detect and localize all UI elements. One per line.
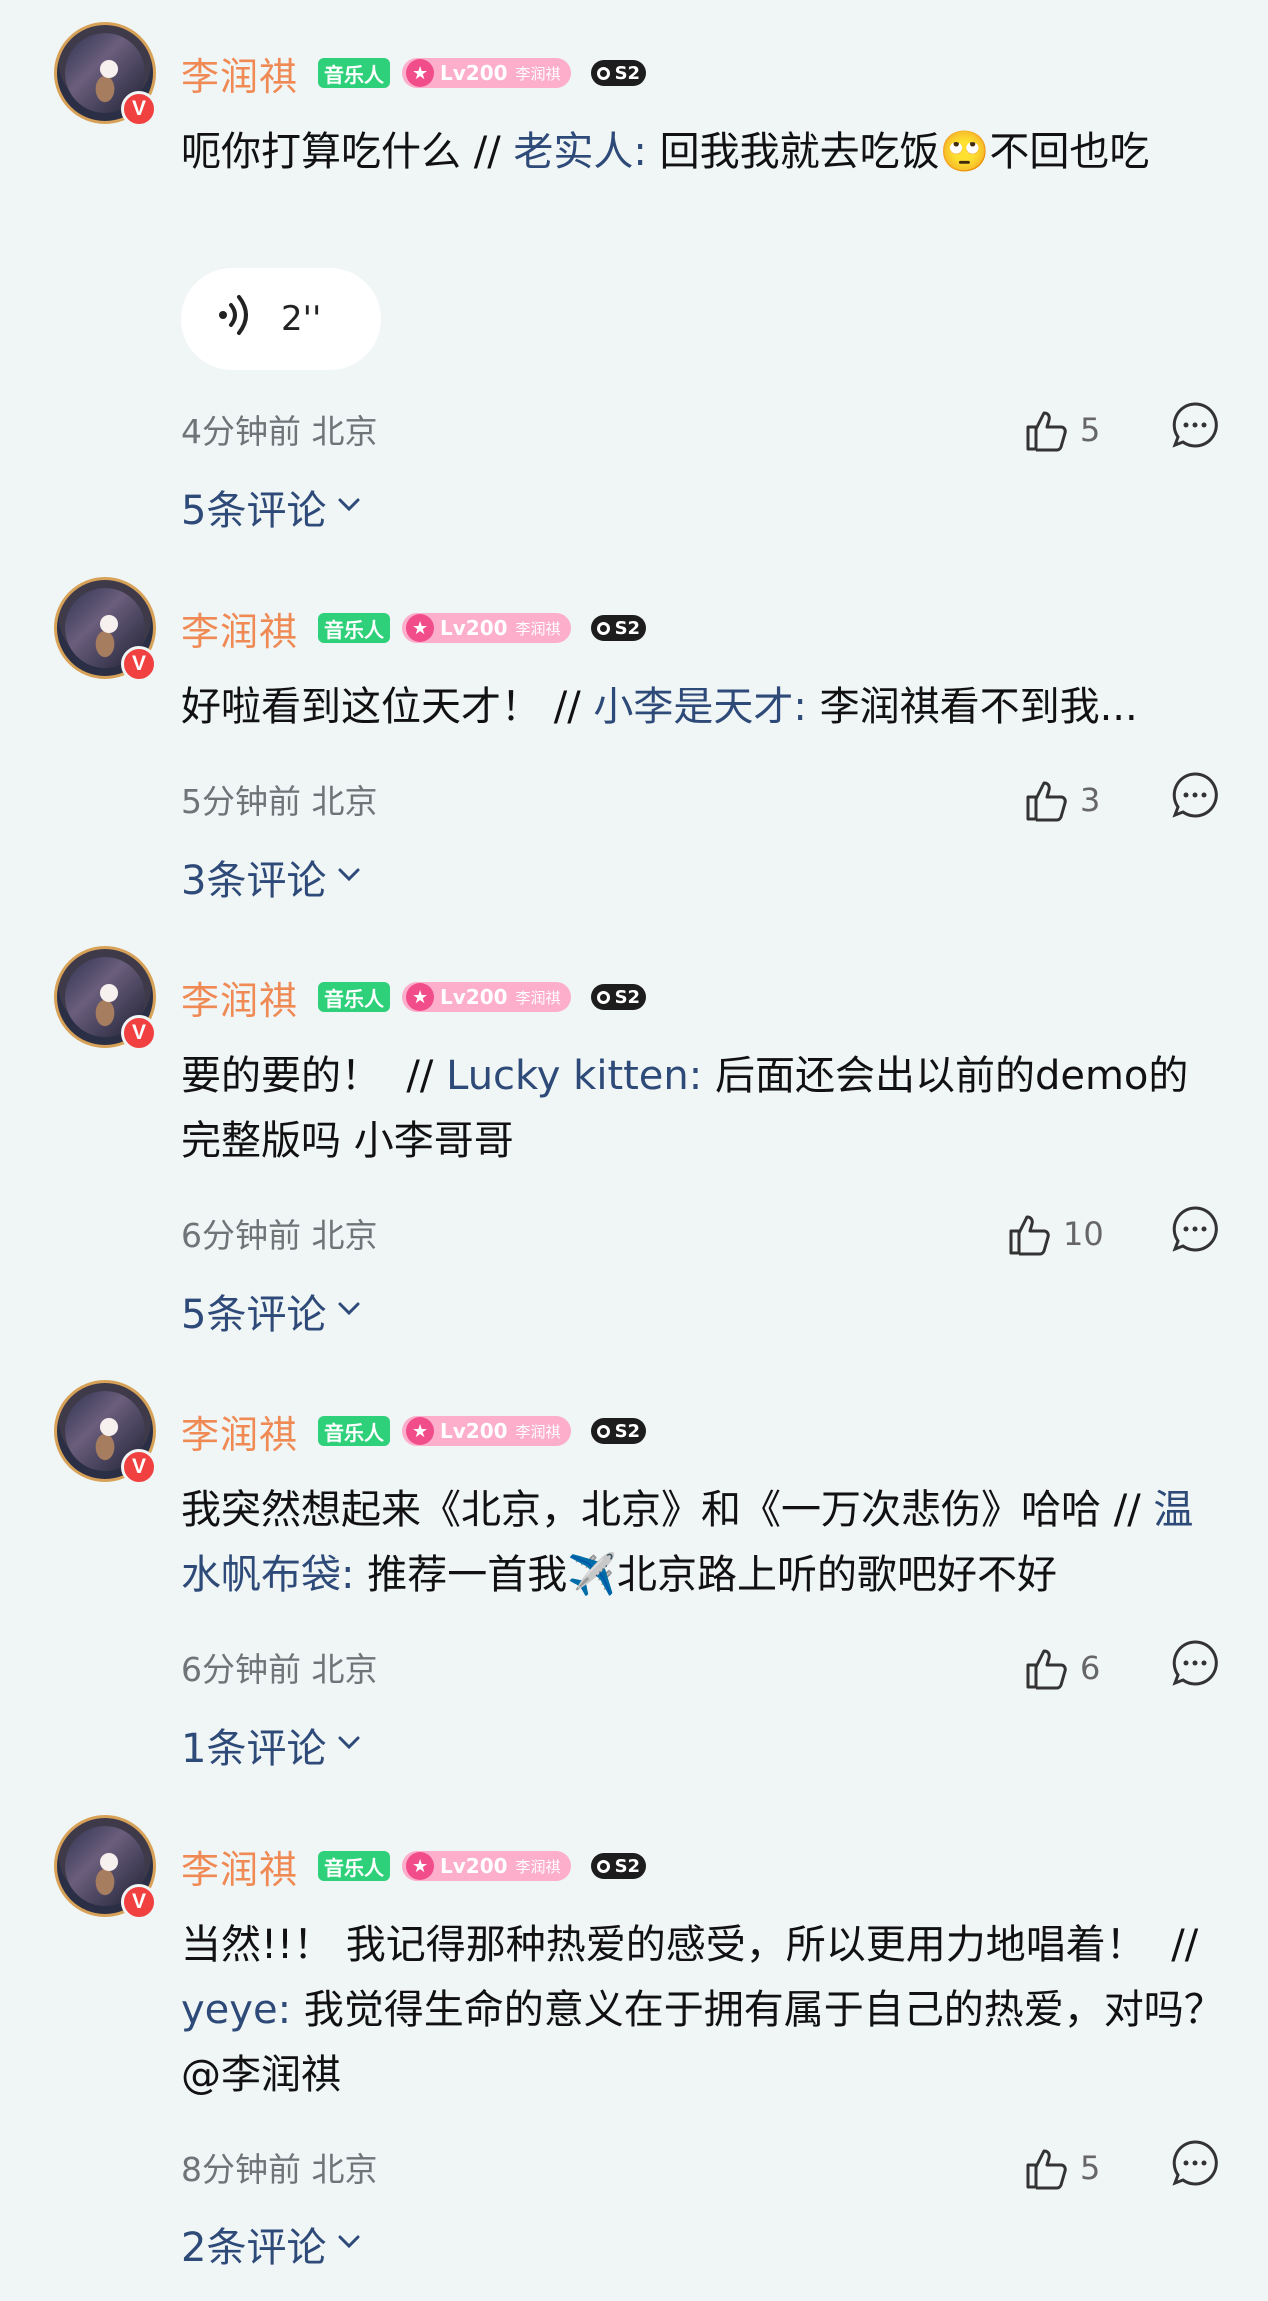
comment-bubble-icon bbox=[1172, 402, 1218, 448]
level-badge: ★ Lv200 李润祺 bbox=[402, 1851, 571, 1881]
comment-bubble-icon bbox=[1172, 1640, 1218, 1686]
star-icon: ★ bbox=[406, 1417, 435, 1445]
comment-text[interactable]: 好啦看到这位天才！ // 小李是天才: 李润祺看不到我... bbox=[181, 675, 1226, 740]
like-count: 5 bbox=[1080, 2149, 1101, 2187]
comment-bubble-icon bbox=[1172, 2140, 1218, 2186]
expand-replies-button[interactable]: 3条评论 bbox=[181, 848, 364, 906]
verified-v-icon: V bbox=[121, 646, 157, 682]
voice-wave-icon bbox=[217, 293, 253, 346]
time-location: 8分钟前 北京 bbox=[181, 2150, 378, 2189]
star-icon: ★ bbox=[406, 1852, 435, 1880]
user-header: 李润祺 音乐人 ★ Lv200 李润祺 S2 bbox=[181, 1404, 647, 1459]
verified-v-icon: V bbox=[121, 1015, 157, 1051]
username[interactable]: 李润祺 bbox=[181, 970, 298, 1025]
reply-user-link[interactable]: 老实人: bbox=[513, 129, 646, 175]
musician-badge: 音乐人 bbox=[318, 1416, 391, 1446]
username[interactable]: 李润祺 bbox=[181, 46, 298, 101]
chevron-down-icon bbox=[334, 1288, 364, 1334]
expand-replies-button[interactable]: 5条评论 bbox=[181, 478, 364, 536]
comment-item: V 李润祺 音乐人 ★ Lv200 李润祺 S2 当然!!！ 我记得那种热爱的感… bbox=[0, 1793, 1268, 2301]
time-location: 4分钟前 北京 bbox=[181, 412, 378, 451]
reply-button[interactable] bbox=[1170, 1638, 1220, 1688]
level-badge: ★ Lv200 李润祺 bbox=[402, 982, 571, 1012]
thumbs-up-icon bbox=[1009, 1215, 1050, 1256]
like-button[interactable]: 6 bbox=[1022, 1643, 1100, 1693]
chevron-down-icon bbox=[334, 2221, 364, 2267]
time-location: 6分钟前 北京 bbox=[181, 1650, 378, 1689]
like-count: 3 bbox=[1080, 781, 1101, 819]
thumbs-up-icon bbox=[1026, 2149, 1067, 2190]
level-badge: ★ Lv200 李润祺 bbox=[402, 613, 571, 643]
like-button[interactable]: 5 bbox=[1022, 405, 1100, 455]
user-header: 李润祺 音乐人 ★ Lv200 李润祺 S2 bbox=[181, 970, 647, 1025]
username[interactable]: 李润祺 bbox=[181, 1404, 298, 1459]
comment-item: V 李润祺 音乐人 ★ Lv200 李润祺 S2 好啦看到这位天才！ // 小李… bbox=[0, 555, 1268, 925]
avatar[interactable]: V bbox=[54, 946, 157, 1051]
reply-user-link[interactable]: 小李是天才: bbox=[593, 684, 806, 730]
reply-button[interactable] bbox=[1170, 1204, 1220, 1254]
reply-button[interactable] bbox=[1170, 2138, 1220, 2188]
comment-text[interactable]: 要的要的！ // Lucky kitten: 后面还会出以前的demo的完整版吗… bbox=[181, 1044, 1226, 1174]
like-button[interactable]: 10 bbox=[1005, 1209, 1104, 1259]
time-location: 6分钟前 北京 bbox=[181, 1216, 378, 1255]
chevron-down-icon bbox=[334, 1722, 364, 1768]
musician-badge: 音乐人 bbox=[318, 1851, 391, 1881]
comment-item: V 李润祺 音乐人 ★ Lv200 李润祺 S2 呃你打算吃什么 // 老实人:… bbox=[0, 0, 1268, 555]
s-badge: S2 bbox=[590, 1853, 647, 1879]
reply-user-link[interactable]: Lucky kitten: bbox=[446, 1053, 702, 1099]
expand-replies-button[interactable]: 1条评论 bbox=[181, 1716, 364, 1774]
avatar[interactable]: V bbox=[54, 1380, 157, 1485]
like-button[interactable]: 5 bbox=[1022, 2143, 1100, 2193]
s-badge: S2 bbox=[590, 60, 647, 86]
star-icon: ★ bbox=[406, 59, 435, 87]
comment-item: V 李润祺 音乐人 ★ Lv200 李润祺 S2 我突然想起来《北京，北京》和《… bbox=[0, 1358, 1268, 1793]
musician-badge: 音乐人 bbox=[318, 58, 391, 88]
like-count: 5 bbox=[1080, 411, 1101, 449]
username[interactable]: 李润祺 bbox=[181, 1839, 298, 1894]
like-button[interactable]: 3 bbox=[1022, 775, 1100, 825]
voice-message[interactable]: 2'' bbox=[181, 268, 381, 370]
level-badge: ★ Lv200 李润祺 bbox=[402, 1416, 571, 1446]
avatar[interactable]: V bbox=[54, 577, 157, 682]
user-header: 李润祺 音乐人 ★ Lv200 李润祺 S2 bbox=[181, 601, 647, 656]
musician-badge: 音乐人 bbox=[318, 982, 391, 1012]
level-badge: ★ Lv200 李润祺 bbox=[402, 58, 571, 88]
s-badge: S2 bbox=[590, 984, 647, 1010]
comment-bubble-icon bbox=[1172, 1206, 1218, 1252]
like-count: 6 bbox=[1080, 1649, 1101, 1687]
user-header: 李润祺 音乐人 ★ Lv200 李润祺 S2 bbox=[181, 46, 647, 101]
chevron-down-icon bbox=[334, 484, 364, 530]
thumbs-up-icon bbox=[1026, 781, 1067, 822]
star-icon: ★ bbox=[406, 983, 435, 1011]
user-header: 李润祺 音乐人 ★ Lv200 李润祺 S2 bbox=[181, 1839, 647, 1894]
star-icon: ★ bbox=[406, 614, 435, 642]
avatar[interactable]: V bbox=[54, 1815, 157, 1920]
reply-button[interactable] bbox=[1170, 770, 1220, 820]
comment-text[interactable]: 当然!!！ 我记得那种热爱的感受，所以更用力地唱着！ // yeye: 我觉得生… bbox=[181, 1913, 1226, 2108]
thumbs-up-icon bbox=[1026, 1649, 1067, 1690]
comment-item: V 李润祺 音乐人 ★ Lv200 李润祺 S2 要的要的！ // Lucky … bbox=[0, 924, 1268, 1359]
thumbs-up-icon bbox=[1026, 411, 1067, 452]
musician-badge: 音乐人 bbox=[318, 613, 391, 643]
username[interactable]: 李润祺 bbox=[181, 601, 298, 656]
verified-v-icon: V bbox=[121, 1884, 157, 1920]
chevron-down-icon bbox=[334, 854, 364, 900]
s-badge: S2 bbox=[590, 1418, 647, 1444]
s-badge: S2 bbox=[590, 615, 647, 641]
time-location: 5分钟前 北京 bbox=[181, 782, 378, 821]
comment-text[interactable]: 呃你打算吃什么 // 老实人: 回我我就去吃饭🙄不回也吃 bbox=[181, 120, 1226, 250]
comment-text[interactable]: 我突然想起来《北京，北京》和《一万次悲伤》哈哈 // 温水帆布袋: 推荐一首我✈… bbox=[181, 1478, 1226, 1608]
like-count: 10 bbox=[1063, 1215, 1104, 1253]
expand-replies-button[interactable]: 2条评论 bbox=[181, 2215, 364, 2273]
verified-v-icon: V bbox=[121, 91, 157, 127]
voice-duration: 2'' bbox=[281, 299, 322, 339]
reply-button[interactable] bbox=[1170, 400, 1220, 450]
avatar[interactable]: V bbox=[54, 22, 157, 127]
verified-v-icon: V bbox=[121, 1449, 157, 1485]
expand-replies-button[interactable]: 5条评论 bbox=[181, 1282, 364, 1340]
reply-user-link[interactable]: yeye: bbox=[181, 1987, 291, 2033]
comment-bubble-icon bbox=[1172, 772, 1218, 818]
